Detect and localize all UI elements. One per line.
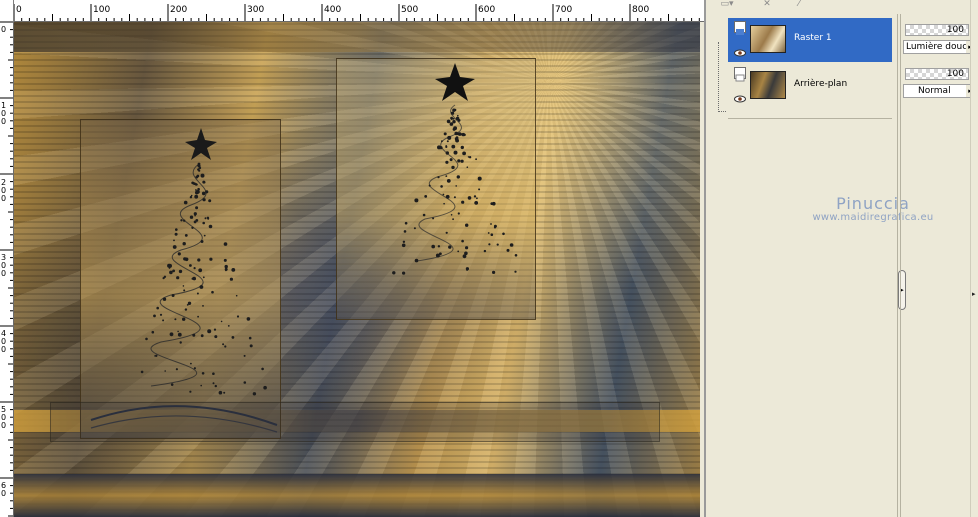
- app-window: 0 100 200 300 400 500 600 700 800 0 1 0 …: [0, 0, 978, 517]
- layer-row-background[interactable]: Arrière-plan: [728, 64, 892, 108]
- top-band: [14, 22, 700, 52]
- opacity-value: 100: [946, 69, 964, 79]
- blend-mode-select-raster-1[interactable]: Lumière douce ▸: [903, 40, 975, 54]
- raster-layer-icon: [734, 21, 746, 35]
- ruler-label: 200: [170, 5, 188, 15]
- blend-mode-value: Lumière douce: [906, 42, 973, 52]
- raster-glyph: [735, 74, 745, 82]
- eye-icon[interactable]: [734, 88, 746, 103]
- palette-scrollbar[interactable]: ▸: [970, 0, 978, 517]
- blend-mode-value: Normal: [918, 86, 951, 96]
- vertical-ruler: 0 1 0 0 2 0 0 3 0 0 4 0 0 5 0 0 6 0: [0, 22, 14, 517]
- divider: [728, 118, 892, 119]
- arrow-right-icon[interactable]: ▸: [972, 290, 976, 298]
- layers-list: Raster 1 Arrière-plan Pinuccia www.maidi…: [714, 14, 933, 517]
- ruler-corner: [0, 0, 14, 22]
- layers-palette: ▭▾ ✕ ⁄ Raster 1 Arrière-plan Pinuccia ww…: [704, 0, 978, 517]
- layer-properties: 100 Lumière douce ▸ 100 Normal ▸: [900, 14, 978, 517]
- ruler-label: 100: [93, 5, 111, 15]
- right-card: [336, 58, 536, 320]
- ruler-label: 800: [632, 5, 650, 15]
- ruler-ticks: [14, 4, 700, 21]
- palette-toolbar: ▭▾ ✕ ⁄: [714, 0, 884, 10]
- eye-icon[interactable]: [734, 42, 746, 57]
- opacity-slider-raster-1[interactable]: 100: [905, 24, 969, 36]
- raster-glyph: [736, 29, 744, 35]
- layer-name[interactable]: Raster 1: [794, 33, 832, 43]
- ruler-label: 300: [247, 5, 265, 15]
- ruler-label: 6 0: [1, 481, 7, 498]
- ruler-label: 500: [401, 5, 419, 15]
- star-icon: [435, 63, 475, 101]
- ruler-label: 5 0 0: [1, 405, 7, 430]
- layer-tree-connector: [718, 42, 726, 112]
- left-card: [80, 119, 281, 439]
- christmas-tree-right: [392, 63, 518, 275]
- ruler-label: 3 0 0: [1, 253, 7, 278]
- ruler-label: 2 0 0: [1, 178, 7, 203]
- opacity-slider-background[interactable]: 100: [905, 68, 969, 80]
- layer-thumbnail: [750, 71, 786, 99]
- layer-thumbnail: [750, 25, 786, 53]
- layer-row-raster-1[interactable]: Raster 1: [728, 18, 892, 62]
- ruler-label: 0: [16, 5, 22, 15]
- eye-glyph: [734, 95, 746, 103]
- raster-layer-icon: [734, 67, 746, 82]
- opacity-value: 100: [946, 25, 964, 35]
- horizontal-ruler: 0 100 200 300 400 500 600 700 800: [14, 0, 704, 22]
- eye-glyph: [734, 49, 746, 57]
- ruler-label: 1 0 0: [1, 101, 7, 126]
- ruler-label: 400: [324, 5, 342, 15]
- ruler-label: 600: [478, 5, 496, 15]
- blend-mode-select-background[interactable]: Normal ▸: [903, 84, 975, 98]
- bottom-band: [14, 474, 700, 517]
- new-layer-icon[interactable]: ▭▾: [718, 0, 736, 10]
- ruler-label: 0: [1, 25, 7, 34]
- ruler-label: 700: [555, 5, 573, 15]
- ruler-label: 4 0 0: [1, 329, 7, 354]
- layer-name[interactable]: Arrière-plan: [794, 79, 847, 89]
- delete-layer-icon[interactable]: ✕: [758, 0, 776, 10]
- foreground-strip: [50, 402, 660, 442]
- brush-icon[interactable]: ⁄: [790, 0, 808, 10]
- christmas-tree-left: [90, 128, 278, 433]
- image-canvas[interactable]: [14, 22, 700, 517]
- star-icon: [185, 128, 217, 160]
